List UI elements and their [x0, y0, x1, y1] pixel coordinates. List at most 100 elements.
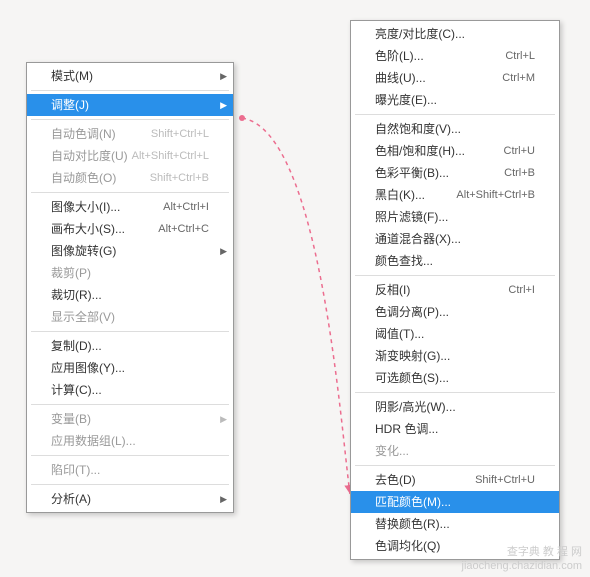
- menu-item-label: 分析(A): [51, 491, 91, 507]
- submenu-arrow-icon: ▶: [220, 97, 227, 113]
- menu-item-shortcut: Alt+Ctrl+C: [158, 221, 209, 237]
- menu-brightness-contrast[interactable]: 亮度/对比度(C)...: [351, 23, 559, 45]
- menu-item-shortcut: Alt+Shift+Ctrl+B: [456, 187, 535, 203]
- menu-desaturate[interactable]: 去色(D)Shift+Ctrl+U: [351, 469, 559, 491]
- menu-match-color[interactable]: 匹配颜色(M)...: [351, 491, 559, 513]
- menu-item-shortcut: Shift+Ctrl+U: [475, 472, 535, 488]
- menu-apply-data-set: 应用数据组(L)...: [27, 430, 233, 452]
- menu-adjust[interactable]: 调整(J) ▶: [27, 94, 233, 116]
- menu-gradient-map[interactable]: 渐变映射(G)...: [351, 345, 559, 367]
- menu-item-label: HDR 色调...: [375, 421, 438, 437]
- menu-item-label: 图像大小(I)...: [51, 199, 120, 215]
- menu-item-label: 裁剪(P): [51, 265, 91, 281]
- menu-variations: 变化...: [351, 440, 559, 462]
- menu-separator: [31, 119, 229, 120]
- image-menu: 模式(M)▶调整(J)▶自动色调(N)Shift+Ctrl+L自动对比度(U)A…: [26, 62, 234, 513]
- menu-separator: [31, 455, 229, 456]
- menu-item-shortcut: Alt+Ctrl+I: [163, 199, 209, 215]
- menu-variables: 变量(B)▶: [27, 408, 233, 430]
- menu-image-rotation[interactable]: 图像旋转(G) ▶: [27, 240, 233, 262]
- menu-item-shortcut: Ctrl+U: [504, 143, 535, 159]
- menu-item-shortcut: Shift+Ctrl+L: [151, 126, 209, 142]
- menu-item-label: 色调均化(Q): [375, 538, 440, 554]
- menu-channel-mixer[interactable]: 通道混合器(X)...: [351, 228, 559, 250]
- menu-selective-color[interactable]: 可选颜色(S)...: [351, 367, 559, 389]
- menu-auto-tone: 自动色调(N) Shift+Ctrl+L: [27, 123, 233, 145]
- menu-apply-image[interactable]: 应用图像(Y)...: [27, 357, 233, 379]
- menu-item-label: 调整(J): [51, 97, 89, 113]
- menu-levels[interactable]: 色阶(L)... Ctrl+L: [351, 45, 559, 67]
- menu-separator: [355, 275, 555, 276]
- submenu-arrow-icon: ▶: [220, 411, 227, 427]
- menu-auto-color: 自动颜色(O) Shift+Ctrl+B: [27, 167, 233, 189]
- menu-item-label: 自然饱和度(V)...: [375, 121, 461, 137]
- menu-separator: [31, 484, 229, 485]
- menu-separator: [355, 465, 555, 466]
- menu-item-label: 黑白(K)...: [375, 187, 425, 203]
- menu-trap: 陷印(T)...: [27, 459, 233, 481]
- menu-vibrance[interactable]: 自然饱和度(V)...: [351, 118, 559, 140]
- menu-shadows-highlights[interactable]: 阴影/高光(W)...: [351, 396, 559, 418]
- menu-item-shortcut: Ctrl+L: [505, 48, 535, 64]
- menu-item-shortcut: Ctrl+M: [502, 70, 535, 86]
- menu-color-lookup[interactable]: 颜色查找...: [351, 250, 559, 272]
- menu-item-label: 显示全部(V): [51, 309, 115, 325]
- menu-item-label: 匹配颜色(M)...: [375, 494, 451, 510]
- menu-replace-color[interactable]: 替换颜色(R)...: [351, 513, 559, 535]
- menu-hdr-toning[interactable]: HDR 色调...: [351, 418, 559, 440]
- menu-item-label: 替换颜色(R)...: [375, 516, 450, 532]
- menu-item-label: 反相(I): [375, 282, 410, 298]
- menu-trim[interactable]: 裁切(R)...: [27, 284, 233, 306]
- menu-item-label: 色调分离(P)...: [375, 304, 449, 320]
- submenu-arrow-icon: ▶: [220, 68, 227, 84]
- menu-calculations[interactable]: 计算(C)...: [27, 379, 233, 401]
- menu-item-label: 陷印(T)...: [51, 462, 100, 478]
- menu-hue-saturation[interactable]: 色相/饱和度(H)... Ctrl+U: [351, 140, 559, 162]
- menu-analysis[interactable]: 分析(A)▶: [27, 488, 233, 510]
- menu-threshold[interactable]: 阈值(T)...: [351, 323, 559, 345]
- menu-separator: [31, 90, 229, 91]
- menu-item-shortcut: Ctrl+B: [504, 165, 535, 181]
- menu-separator: [31, 404, 229, 405]
- menu-exposure[interactable]: 曝光度(E)...: [351, 89, 559, 111]
- menu-item-label: 模式(M): [51, 68, 93, 84]
- menu-separator: [31, 192, 229, 193]
- menu-item-label: 图像旋转(G): [51, 243, 116, 259]
- menu-reveal-all: 显示全部(V): [27, 306, 233, 328]
- menu-photo-filter[interactable]: 照片滤镜(F)...: [351, 206, 559, 228]
- menu-item-label: 应用数据组(L)...: [51, 433, 136, 449]
- menu-posterize[interactable]: 色调分离(P)...: [351, 301, 559, 323]
- menu-item-label: 自动颜色(O): [51, 170, 116, 186]
- menu-invert[interactable]: 反相(I)Ctrl+I: [351, 279, 559, 301]
- menu-item-label: 可选颜色(S)...: [375, 370, 449, 386]
- menu-item-label: 曝光度(E)...: [375, 92, 437, 108]
- menu-black-white[interactable]: 黑白(K)... Alt+Shift+Ctrl+B: [351, 184, 559, 206]
- menu-item-label: 颜色查找...: [375, 253, 433, 269]
- submenu-arrow-icon: ▶: [220, 243, 227, 259]
- menu-item-label: 变化...: [375, 443, 409, 459]
- menu-item-label: 复制(D)...: [51, 338, 102, 354]
- menu-item-label: 画布大小(S)...: [51, 221, 125, 237]
- menu-mode[interactable]: 模式(M) ▶: [27, 65, 233, 87]
- menu-separator: [355, 114, 555, 115]
- menu-duplicate[interactable]: 复制(D)...: [27, 335, 233, 357]
- menu-item-label: 阈值(T)...: [375, 326, 424, 342]
- menu-separator: [355, 392, 555, 393]
- menu-item-label: 色相/饱和度(H)...: [375, 143, 465, 159]
- menu-item-label: 色阶(L)...: [375, 48, 424, 64]
- menu-item-label: 曲线(U)...: [375, 70, 426, 86]
- menu-item-label: 裁切(R)...: [51, 287, 102, 303]
- menu-item-label: 照片滤镜(F)...: [375, 209, 448, 225]
- menu-image-size[interactable]: 图像大小(I)... Alt+Ctrl+I: [27, 196, 233, 218]
- menu-item-label: 自动色调(N): [51, 126, 116, 142]
- menu-color-balance[interactable]: 色彩平衡(B)...Ctrl+B: [351, 162, 559, 184]
- menu-item-shortcut: Alt+Shift+Ctrl+L: [132, 148, 209, 164]
- menu-separator: [31, 331, 229, 332]
- menu-item-label: 渐变映射(G)...: [375, 348, 450, 364]
- menu-item-shortcut: Shift+Ctrl+B: [150, 170, 209, 186]
- menu-curves[interactable]: 曲线(U)... Ctrl+M: [351, 67, 559, 89]
- menu-canvas-size[interactable]: 画布大小(S)... Alt+Ctrl+C: [27, 218, 233, 240]
- menu-item-label: 计算(C)...: [51, 382, 102, 398]
- menu-item-label: 亮度/对比度(C)...: [375, 26, 465, 42]
- watermark-line2: jiaocheng.chazidian.com: [462, 559, 582, 573]
